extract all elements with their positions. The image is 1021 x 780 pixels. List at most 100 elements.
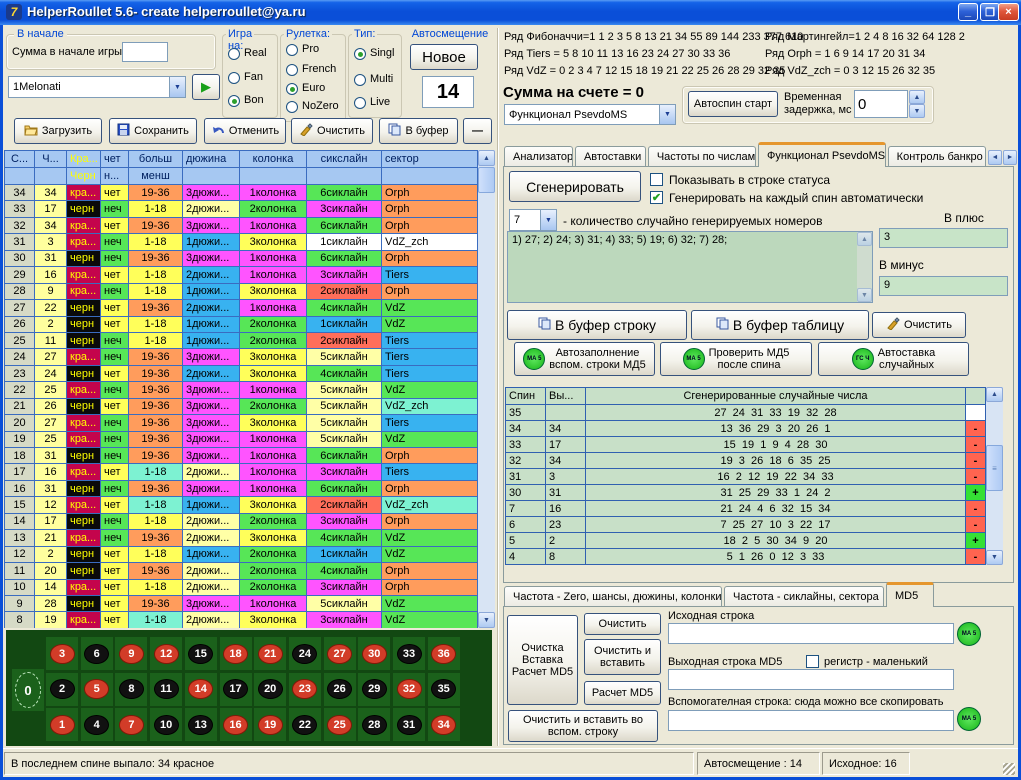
load-button[interactable]: Загрузить xyxy=(14,118,102,144)
tabs-scroll-right-icon[interactable]: ► xyxy=(1003,150,1017,165)
roulette-number-29[interactable]: 29 xyxy=(358,673,390,706)
roulette-number-32[interactable]: 32 xyxy=(393,673,425,706)
radio-nozero[interactable] xyxy=(286,101,298,113)
spin-table-scrollbar[interactable]: ▲ ▼ xyxy=(478,150,495,628)
source-string-input[interactable] xyxy=(668,623,954,644)
radio-circle-icon[interactable] xyxy=(286,44,298,56)
table-row[interactable]: 1831черннеч19-363дюжи...1колонка6сиклайн… xyxy=(5,448,478,464)
md5-action-button-2[interactable]: МА 5Проверить МД5 после спина xyxy=(660,342,812,376)
table-row[interactable]: 2511черннеч1-181дюжи...2колонка2сиклайнT… xyxy=(5,333,478,349)
roulette-number-8[interactable]: 8 xyxy=(115,673,147,706)
roulette-number-1[interactable]: 1 xyxy=(46,708,78,741)
table-row[interactable]: 331715 19 1 9 4 28 30- xyxy=(506,437,986,453)
minimize-button[interactable]: _ xyxy=(958,3,978,21)
profile-combo[interactable]: 1Melonati ▼ xyxy=(8,76,186,98)
to-buffer-button[interactable]: В буфер xyxy=(379,118,458,144)
roulette-number-19[interactable]: 19 xyxy=(254,708,286,741)
minus-value-field[interactable]: 9 xyxy=(879,276,1008,296)
scroll-up-icon[interactable]: ▲ xyxy=(857,232,872,246)
table-row[interactable]: 323419 3 26 18 6 35 25- xyxy=(506,453,986,469)
roulette-number-4[interactable]: 4 xyxy=(81,708,113,741)
functional-combo[interactable]: Функционал PsevdoMS ▼ xyxy=(504,104,676,125)
textarea-scrollbar[interactable]: ▲ ▼ xyxy=(857,232,872,302)
roulette-number-14[interactable]: 14 xyxy=(185,673,217,706)
table-row[interactable]: 1631черннеч19-363дюжи...1колонка6сиклайн… xyxy=(5,481,478,497)
md5-action-button-1[interactable]: МА 5Автозаполнение вспом. строки МД5 xyxy=(514,342,655,376)
tab-main-4[interactable]: Функционал PsevdoMS xyxy=(758,142,886,167)
chevron-down-icon[interactable]: ▼ xyxy=(169,77,185,97)
roulette-number-26[interactable]: 26 xyxy=(324,673,356,706)
md5-clear-paste-button[interactable]: Очистить и вставить xyxy=(584,639,661,675)
tab-main-1[interactable]: Анализатор xyxy=(504,146,573,167)
chevron-down-icon[interactable]: ▼ xyxy=(659,105,675,124)
table-row[interactable]: 2722чернчет19-362дюжи...1колонка4сиклайн… xyxy=(5,300,478,316)
roulette-number-11[interactable]: 11 xyxy=(150,673,182,706)
output-string-input[interactable] xyxy=(668,669,954,690)
table-row[interactable]: 71621 24 4 6 32 15 34- xyxy=(506,501,986,517)
tab-freq-2[interactable]: Частота - сиклайны, сектора xyxy=(724,586,884,607)
clear-button[interactable]: Очистить xyxy=(291,118,373,144)
roulette-number-36[interactable]: 36 xyxy=(428,637,460,670)
undo-button[interactable]: Отменить xyxy=(204,118,286,144)
radio-circle-icon[interactable] xyxy=(354,74,366,86)
md5-clear-button[interactable]: Очистить xyxy=(584,613,661,635)
radio-circle-icon[interactable] xyxy=(228,48,240,60)
aux-string-input[interactable] xyxy=(668,710,954,731)
tab-main-5[interactable]: Контроль банкро xyxy=(888,146,986,167)
close-button[interactable]: × xyxy=(998,3,1019,21)
table-row[interactable]: 1716кра...чет1-182дюжи...1колонка3сиклай… xyxy=(5,464,478,480)
autospin-start-button[interactable]: Автоспин старт xyxy=(688,91,778,117)
scroll-up-icon[interactable]: ▲ xyxy=(478,150,495,166)
radio-circle-icon[interactable] xyxy=(228,72,240,84)
scroll-down-icon[interactable]: ▼ xyxy=(986,550,1003,565)
table-row[interactable]: 1120чернчет19-362дюжи...2колонка4сиклайн… xyxy=(5,563,478,579)
scroll-down-icon[interactable]: ▼ xyxy=(857,288,872,302)
table-row[interactable]: 1417черннеч1-182дюжи...2колонка3сиклайнO… xyxy=(5,514,478,530)
scrollbar-track[interactable] xyxy=(478,150,495,628)
roulette-number-7[interactable]: 7 xyxy=(115,708,147,741)
radio-real[interactable] xyxy=(228,48,240,60)
roulette-number-31[interactable]: 31 xyxy=(393,708,425,741)
scroll-up-icon[interactable]: ▲ xyxy=(986,387,1003,402)
radio-bon[interactable] xyxy=(228,95,240,107)
header-row[interactable]: С...Ч...Кра...четбольшдюжинаколонкасиксл… xyxy=(5,151,478,168)
roulette-number-9[interactable]: 9 xyxy=(115,637,147,670)
roulette-number-30[interactable]: 30 xyxy=(358,637,390,670)
clear-paste-aux-button[interactable]: Очистить и вставить во вспом. строку xyxy=(508,710,658,742)
table-row[interactable]: 3317черннеч1-182дюжи...2колонка3сиклайнO… xyxy=(5,201,478,217)
register-checkbox[interactable] xyxy=(806,655,819,668)
radio-circle-icon[interactable] xyxy=(228,95,240,107)
roulette-number-16[interactable]: 16 xyxy=(220,708,252,741)
table-row[interactable]: 313кра...неч1-181дюжи...3колонка1сиклайн… xyxy=(5,234,478,250)
md5-clear-paste-calc-button[interactable]: Очистка Вставка Расчет MD5 xyxy=(507,615,578,705)
roulette-number-35[interactable]: 35 xyxy=(428,673,460,706)
table-row[interactable]: 2916кра...чет1-182дюжи...1колонка3сиклай… xyxy=(5,267,478,283)
table-row[interactable]: 5218 2 5 30 34 9 20+ xyxy=(506,533,986,549)
resize-grip[interactable] xyxy=(1003,763,1015,775)
table-row[interactable]: 31316 2 12 19 22 34 33- xyxy=(506,469,986,485)
table-row[interactable]: 1014кра...чет1-182дюжи...2колонка3сиклай… xyxy=(5,580,478,596)
roulette-number-33[interactable]: 33 xyxy=(393,637,425,670)
table-row[interactable]: 343413 36 29 3 20 26 1- xyxy=(506,421,986,437)
roulette-number-28[interactable]: 28 xyxy=(358,708,390,741)
roulette-number-24[interactable]: 24 xyxy=(289,637,321,670)
table-row[interactable]: 6237 25 27 10 3 22 17- xyxy=(506,517,986,533)
plus-value-field[interactable]: 3 xyxy=(879,228,1008,248)
table-row[interactable]: 3031черннеч19-363дюжи...1колонка6сиклайн… xyxy=(5,251,478,267)
spinner-up-icon[interactable]: ▲ xyxy=(909,90,925,104)
roulette-number-17[interactable]: 17 xyxy=(220,673,252,706)
new-autoshift-button[interactable]: Новое xyxy=(410,44,478,70)
roulette-number-10[interactable]: 10 xyxy=(150,708,182,741)
scrollbar-thumb[interactable]: ≡ xyxy=(986,445,1003,491)
roulette-zero[interactable]: 0 xyxy=(12,669,44,711)
table-row[interactable]: 1321кра...неч19-362дюжи...3колонка4сикла… xyxy=(5,530,478,546)
copy-table-button[interactable]: В буфер таблицу xyxy=(691,310,869,340)
md5-calc-button[interactable]: Расчет MD5 xyxy=(584,681,661,705)
radio-singl[interactable] xyxy=(354,48,366,60)
generated-table-scrollbar[interactable]: ▲ ≡ ▼ xyxy=(986,387,1003,565)
maximize-button[interactable]: ❒ xyxy=(980,3,1000,21)
tab-freq-1[interactable]: Частота - Zero, шансы, дюжины, колонки xyxy=(504,586,722,607)
table-row[interactable]: 2027кра...неч19-363дюжи...3колонка5сикла… xyxy=(5,415,478,431)
roulette-number-13[interactable]: 13 xyxy=(185,708,217,741)
table-row[interactable]: 2427кра...неч19-363дюжи...3колонка5сикла… xyxy=(5,349,478,365)
